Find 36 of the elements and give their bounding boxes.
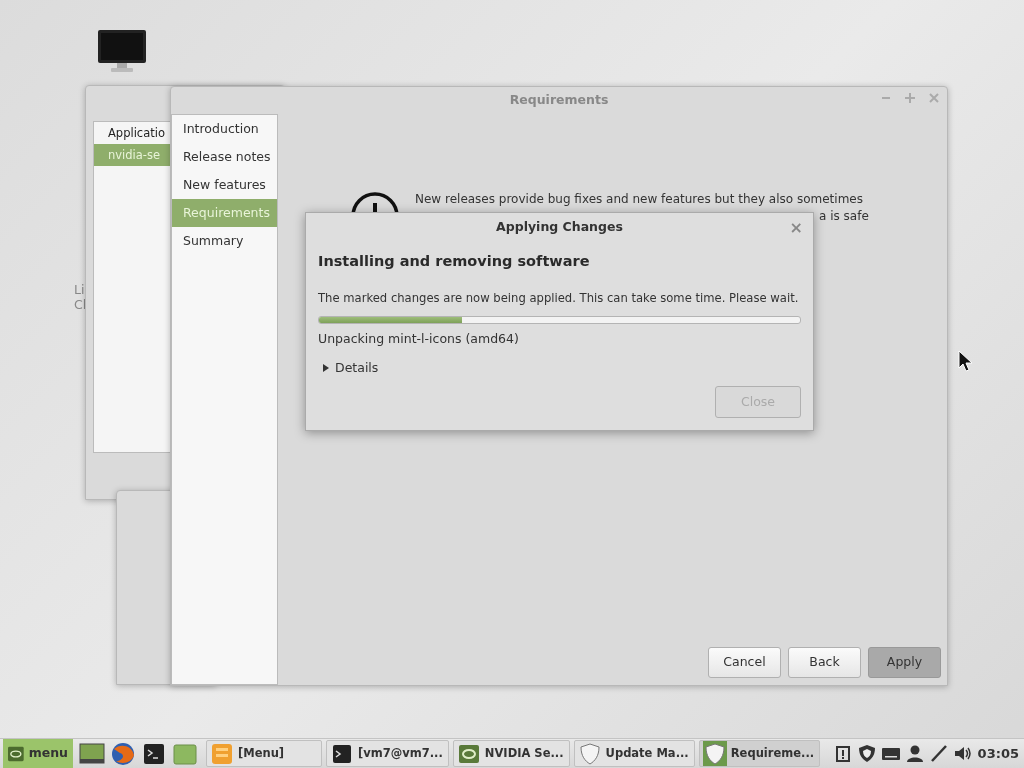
taskbar-button[interactable]: Update Ma... xyxy=(573,740,695,767)
dialog-heading: Installing and removing software xyxy=(318,252,591,271)
user-icon[interactable] xyxy=(905,744,924,763)
shield-icon xyxy=(577,741,602,766)
taskbar-button[interactable]: [vm7@vm7... xyxy=(326,740,449,767)
details-expander[interactable]: Details xyxy=(335,358,379,378)
pointer-icon xyxy=(958,350,974,372)
dialog-button[interactable]: Cancel xyxy=(708,647,781,678)
computer-icon[interactable] xyxy=(97,29,147,73)
dialog-button[interactable]: Back xyxy=(788,647,861,678)
sidebar-item[interactable]: Introduction xyxy=(172,115,277,143)
taskbar-button[interactable]: [Menu] xyxy=(206,740,322,767)
clock[interactable]: 03:05 xyxy=(977,743,1019,764)
sidebar-item[interactable]: Release notes xyxy=(172,143,277,171)
shield-icon xyxy=(702,741,727,766)
shield-icon[interactable] xyxy=(857,744,876,763)
status-text: Unpacking mint-l-icons (amd64) xyxy=(318,329,520,348)
window-title: Requirements xyxy=(509,91,609,110)
notice-text: a is safe xyxy=(819,208,869,225)
sidebar-item[interactable]: Summary xyxy=(172,227,277,255)
taskbar-button[interactable]: Requireme... xyxy=(698,740,821,767)
globe-icon[interactable] xyxy=(110,740,136,767)
app-icon xyxy=(210,741,234,766)
dialog-title: Applying Changes xyxy=(496,217,623,236)
cable-icon[interactable] xyxy=(929,744,948,763)
dialog-button[interactable]: Apply xyxy=(868,647,941,678)
expander-icon[interactable] xyxy=(323,363,329,372)
desktop-icon[interactable] xyxy=(79,740,105,767)
menu-button[interactable]: menu xyxy=(3,739,73,768)
volume-icon[interactable] xyxy=(953,744,972,763)
notice-text: New releases provide bug fixes and new features but they also sometimes xyxy=(415,191,863,208)
dialog-message: The marked changes are now being applied. This can take some time. Please wait. xyxy=(318,289,799,306)
clipboard-icon[interactable] xyxy=(833,744,852,763)
sidebar-item[interactable]: New features xyxy=(172,171,277,199)
taskbar-button[interactable]: NVIDIA Se... xyxy=(452,740,570,767)
column-header[interactable]: Applicatio xyxy=(94,122,170,144)
